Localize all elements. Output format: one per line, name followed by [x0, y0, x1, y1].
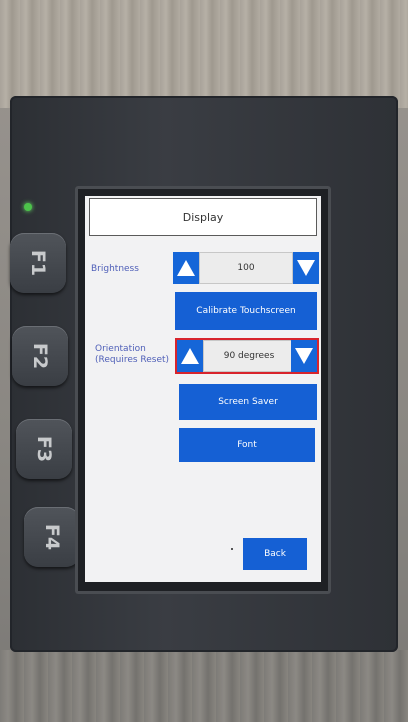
f1-key-label: F1: [26, 249, 49, 277]
brightness-label: Brightness: [91, 264, 139, 274]
orientation-label: Orientation (Requires Reset): [95, 344, 169, 366]
f4-key[interactable]: F4: [24, 507, 80, 567]
f3-key-label: F3: [32, 435, 55, 463]
brightness-increase-button[interactable]: [173, 252, 199, 284]
orientation-label-line1: Orientation: [95, 344, 146, 354]
up-arrow-icon: [177, 260, 195, 276]
touch-marker: [231, 548, 233, 550]
brightness-decrease-button[interactable]: [293, 252, 319, 284]
screen-saver-button[interactable]: Screen Saver: [179, 384, 317, 420]
display-settings-screen: Display Brightness 100 Calibrate Touchsc…: [85, 196, 321, 582]
f2-key[interactable]: F2: [12, 326, 68, 386]
f2-key-label: F2: [28, 342, 51, 370]
orientation-highlight-box: [175, 338, 319, 374]
font-button[interactable]: Font: [179, 428, 315, 462]
background-surface: [0, 0, 408, 108]
f1-key[interactable]: F1: [10, 233, 66, 293]
down-arrow-icon: [297, 260, 315, 276]
back-button[interactable]: Back: [243, 538, 307, 570]
f4-key-label: F4: [40, 523, 63, 551]
calibrate-touchscreen-button[interactable]: Calibrate Touchscreen: [175, 292, 317, 330]
page-title: Display: [89, 198, 317, 236]
status-led: [24, 203, 32, 211]
brightness-value: 100: [199, 252, 293, 284]
background-surface-bottom: [0, 650, 408, 722]
f3-key[interactable]: F3: [16, 419, 72, 479]
orientation-label-line2: (Requires Reset): [95, 355, 170, 365]
